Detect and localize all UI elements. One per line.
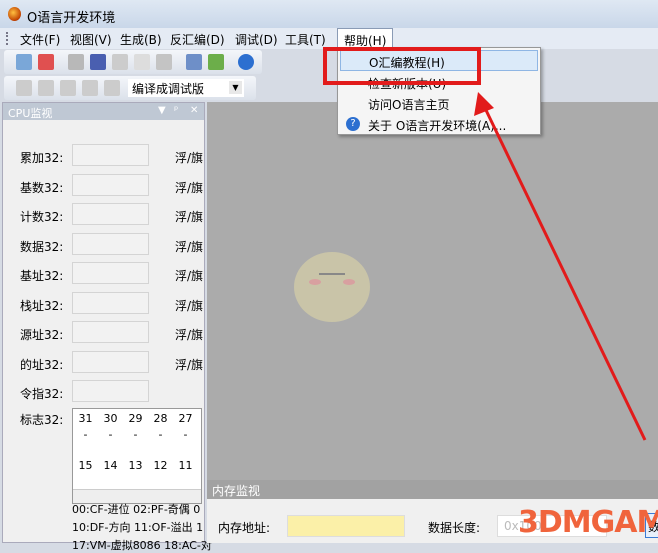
help-icon[interactable] xyxy=(238,54,254,70)
register-field[interactable] xyxy=(72,232,149,255)
standard-toolbar xyxy=(4,50,262,74)
flag-note: 00:CF-进位 02:PF-奇偶 0 xyxy=(72,503,201,516)
flag-bit-number: 29 xyxy=(128,412,143,425)
cut-icon[interactable] xyxy=(112,54,128,70)
menu-bar: 文件(F) 视图(V) 生成(B) 反汇编(D) 调试(D) 工具(T) 帮助(… xyxy=(0,28,658,49)
highlight-box xyxy=(323,47,481,85)
close-icon[interactable]: ✕ xyxy=(190,105,198,116)
register-field[interactable] xyxy=(72,203,149,225)
register-label: 累加32: xyxy=(20,151,64,165)
menu-help[interactable]: 帮助(H) xyxy=(337,28,394,49)
memory-panel-title: 内存监视 xyxy=(207,480,658,499)
float-flag-label: 浮/旗 xyxy=(175,151,204,165)
view-icon[interactable] xyxy=(16,54,32,70)
float-flag-label: 浮/旗 xyxy=(175,210,204,224)
menu-item-homepage[interactable]: 访问O语言主页 xyxy=(340,93,538,114)
length-label: 数据长度: xyxy=(428,521,481,535)
flag-bit-number: 12 xyxy=(153,459,168,472)
step-over-icon[interactable] xyxy=(60,80,76,96)
help-icon: ? xyxy=(346,117,360,131)
settings-icon[interactable] xyxy=(208,54,224,70)
step-into-icon[interactable] xyxy=(38,80,54,96)
cpu-monitor-panel: CPU监视 ▼ ᵖ ✕ 累加32: 浮/旗 基数32: 浮/旗 计数32: 浮/旗数… xyxy=(2,102,212,552)
flag-bit-value: - xyxy=(158,428,163,441)
flag-bit-number: 15 xyxy=(78,459,93,472)
app-logo-icon xyxy=(8,7,21,21)
flag-bit-number: 11 xyxy=(178,459,193,472)
menu-debug[interactable]: 调试(D) xyxy=(235,31,278,48)
paste-icon[interactable] xyxy=(156,54,172,70)
flags-grid: 31 - 15 30 - 14 29 - 13 28 - 12 27 - 11 xyxy=(72,408,202,504)
register-label: 计数32: xyxy=(20,210,64,224)
float-flag-label: 浮/旗 xyxy=(175,180,204,195)
register-label: 的址32: xyxy=(20,357,64,372)
watermark: 3DMGAME xyxy=(518,505,658,540)
flag-bit-value: - xyxy=(133,428,138,441)
register-field[interactable] xyxy=(72,262,149,284)
register-field[interactable] xyxy=(72,380,149,402)
debug-toolbar: 编译成调试版 ▼ xyxy=(4,76,256,100)
register-label: 基址32: xyxy=(20,269,64,283)
save-icon[interactable] xyxy=(68,54,84,70)
register-label: 栈址32: xyxy=(20,298,64,313)
register-field[interactable] xyxy=(72,173,149,196)
menu-build[interactable]: 生成(B) xyxy=(120,31,162,48)
menu-item-about[interactable]: ? 关于 O语言开发环境(A)... xyxy=(340,114,538,135)
upload-icon[interactable] xyxy=(38,54,54,70)
flags-label: 标志32: xyxy=(20,413,64,427)
flag-bit-number: 30 xyxy=(103,412,118,425)
flag-bit-number: 28 xyxy=(153,412,168,425)
window-title: O语言开发环境 xyxy=(27,11,116,26)
menu-disassemble[interactable]: 反汇编(D) xyxy=(170,31,225,48)
register-label: 基数32: xyxy=(20,180,64,195)
register-field[interactable] xyxy=(72,291,149,314)
title-bar: O语言开发环境 xyxy=(0,0,658,28)
flag-bit-value: - xyxy=(108,428,113,441)
register-field[interactable] xyxy=(72,350,149,373)
panel-title: CPU监视 xyxy=(8,107,53,120)
mascot-icon xyxy=(294,252,370,322)
register-field[interactable] xyxy=(72,144,149,166)
register-field[interactable] xyxy=(72,321,149,343)
menu-view[interactable]: 视图(V) xyxy=(70,31,112,48)
build-mode-value: 编译成调试版 xyxy=(132,82,205,96)
flag-bit-number: 13 xyxy=(128,459,143,472)
flag-note: 10:DF-方向 11:OF-溢出 1 xyxy=(72,521,204,534)
menu-item-about-label: 关于 O语言开发环境(A)... xyxy=(368,119,507,133)
address-label: 内存地址: xyxy=(218,521,271,535)
float-flag-label: 浮/旗 xyxy=(175,239,204,254)
build-mode-select[interactable]: 编译成调试版 ▼ xyxy=(128,79,244,97)
dropdown-icon[interactable]: ▼ xyxy=(158,105,166,116)
register-label: 令指32: xyxy=(20,387,64,401)
float-flag-label: 浮/旗 xyxy=(175,298,204,313)
float-flag-label: 浮/旗 xyxy=(175,328,204,342)
flag-bit-number: 31 xyxy=(78,412,93,425)
step-icon[interactable] xyxy=(16,80,32,96)
flag-bit-value: - xyxy=(183,428,188,441)
register-label: 源址32: xyxy=(20,328,64,342)
editor-area xyxy=(207,102,658,480)
copy-icon[interactable] xyxy=(134,54,150,70)
flag-bit-value: - xyxy=(83,428,88,441)
continue-icon[interactable] xyxy=(104,80,120,96)
panel-header: CPU监视 ▼ ᵖ ✕ xyxy=(3,103,204,120)
flag-bit-number: 14 xyxy=(103,459,118,472)
flag-note: 17:VM-虚拟8086 18:AC-对 xyxy=(72,539,212,552)
grip-icon xyxy=(6,32,8,45)
menu-tools[interactable]: 工具(T) xyxy=(285,31,326,48)
menu-file[interactable]: 文件(F) xyxy=(20,31,60,48)
float-flag-label: 浮/旗 xyxy=(175,357,204,372)
flag-bit-number: 27 xyxy=(178,412,193,425)
chevron-down-icon[interactable]: ▼ xyxy=(229,81,242,94)
address-input[interactable] xyxy=(287,515,405,537)
run-icon[interactable] xyxy=(82,80,98,96)
float-flag-label: 浮/旗 xyxy=(175,269,204,283)
save-all-icon[interactable] xyxy=(90,54,106,70)
register-label: 数据32: xyxy=(20,239,64,254)
window-icon[interactable] xyxy=(186,54,202,70)
pin-icon[interactable]: ᵖ xyxy=(174,105,178,116)
